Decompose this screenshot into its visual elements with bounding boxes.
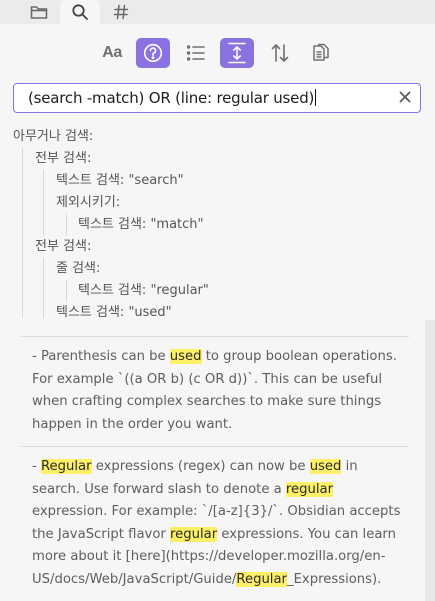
show-more-context-button[interactable]: [220, 38, 254, 68]
search-query-text[interactable]: (search -match) OR (line: regular used): [28, 89, 317, 107]
match-case-icon: Aa: [102, 44, 122, 61]
question-circle-icon: [143, 43, 163, 63]
explain-text-search: 텍스트 검색: "search": [56, 173, 184, 188]
match-highlight: used: [169, 349, 202, 364]
match-highlight: Regular: [40, 459, 92, 474]
tab-tags[interactable]: [101, 0, 141, 24]
explain-text-used: 텍스트 검색: "used": [56, 305, 172, 318]
result-divider: [21, 446, 409, 447]
match-highlight: regular: [285, 481, 334, 497]
list-icon: [186, 45, 205, 61]
expand-vertical-icon: [228, 42, 246, 64]
hashtag-icon: [113, 4, 129, 20]
explain-group-all: 전부 검색:: [35, 151, 92, 166]
explain-query-button[interactable]: [136, 38, 170, 68]
explain-text-regular: 텍스트 검색: "regular": [78, 283, 209, 298]
folder-icon: [30, 6, 48, 19]
search-icon: [72, 4, 88, 20]
search-query-value: (search -match) OR (line: regular used): [28, 89, 315, 107]
sidebar-tab-bar: [0, 0, 435, 24]
match-highlight: Regular: [236, 571, 287, 587]
text-caret: [315, 89, 317, 106]
tree-guide-line: [66, 214, 67, 236]
tree-guide-line: [22, 148, 23, 318]
clear-search-icon[interactable]: [398, 90, 412, 104]
search-input[interactable]: (search -match) OR (line: regular used): [13, 83, 421, 113]
explain-root: 아무거나 검색:: [13, 129, 94, 144]
match-case-button[interactable]: Aa: [95, 38, 129, 68]
search-result-match[interactable]: - Regular expressions (regex) can now be…: [32, 456, 407, 591]
match-highlight: regular: [170, 526, 218, 542]
tab-search[interactable]: [60, 0, 100, 24]
tree-guide-line: [66, 280, 67, 302]
explain-group-all: 전부 검색:: [35, 239, 92, 254]
collapse-results-button[interactable]: [179, 38, 213, 68]
copy-document-icon: [313, 43, 329, 61]
search-toolbar: Aa: [0, 38, 435, 70]
match-highlight: used: [309, 459, 342, 474]
tree-guide-line: [43, 258, 44, 318]
result-divider: [21, 336, 409, 337]
copy-results-button[interactable]: [304, 38, 338, 68]
explain-text-match: 텍스트 검색: "match": [78, 217, 204, 232]
search-result-match[interactable]: - Parenthesis can be used to group boole…: [32, 346, 407, 436]
tab-files[interactable]: [19, 0, 59, 24]
explain-exclude: 제외시키기:: [56, 195, 121, 210]
tree-guide-line: [43, 170, 44, 236]
search-results: - Parenthesis can be used to group boole…: [0, 318, 435, 601]
sort-arrows-icon: [271, 44, 289, 62]
sort-button[interactable]: [263, 38, 297, 68]
explain-line-search: 줄 검색:: [56, 261, 101, 276]
query-explanation: 아무거나 검색: 전부 검색: 텍스트 검색: "search" 제외시키기: …: [0, 122, 435, 318]
results-scrollbar[interactable]: [425, 320, 435, 601]
